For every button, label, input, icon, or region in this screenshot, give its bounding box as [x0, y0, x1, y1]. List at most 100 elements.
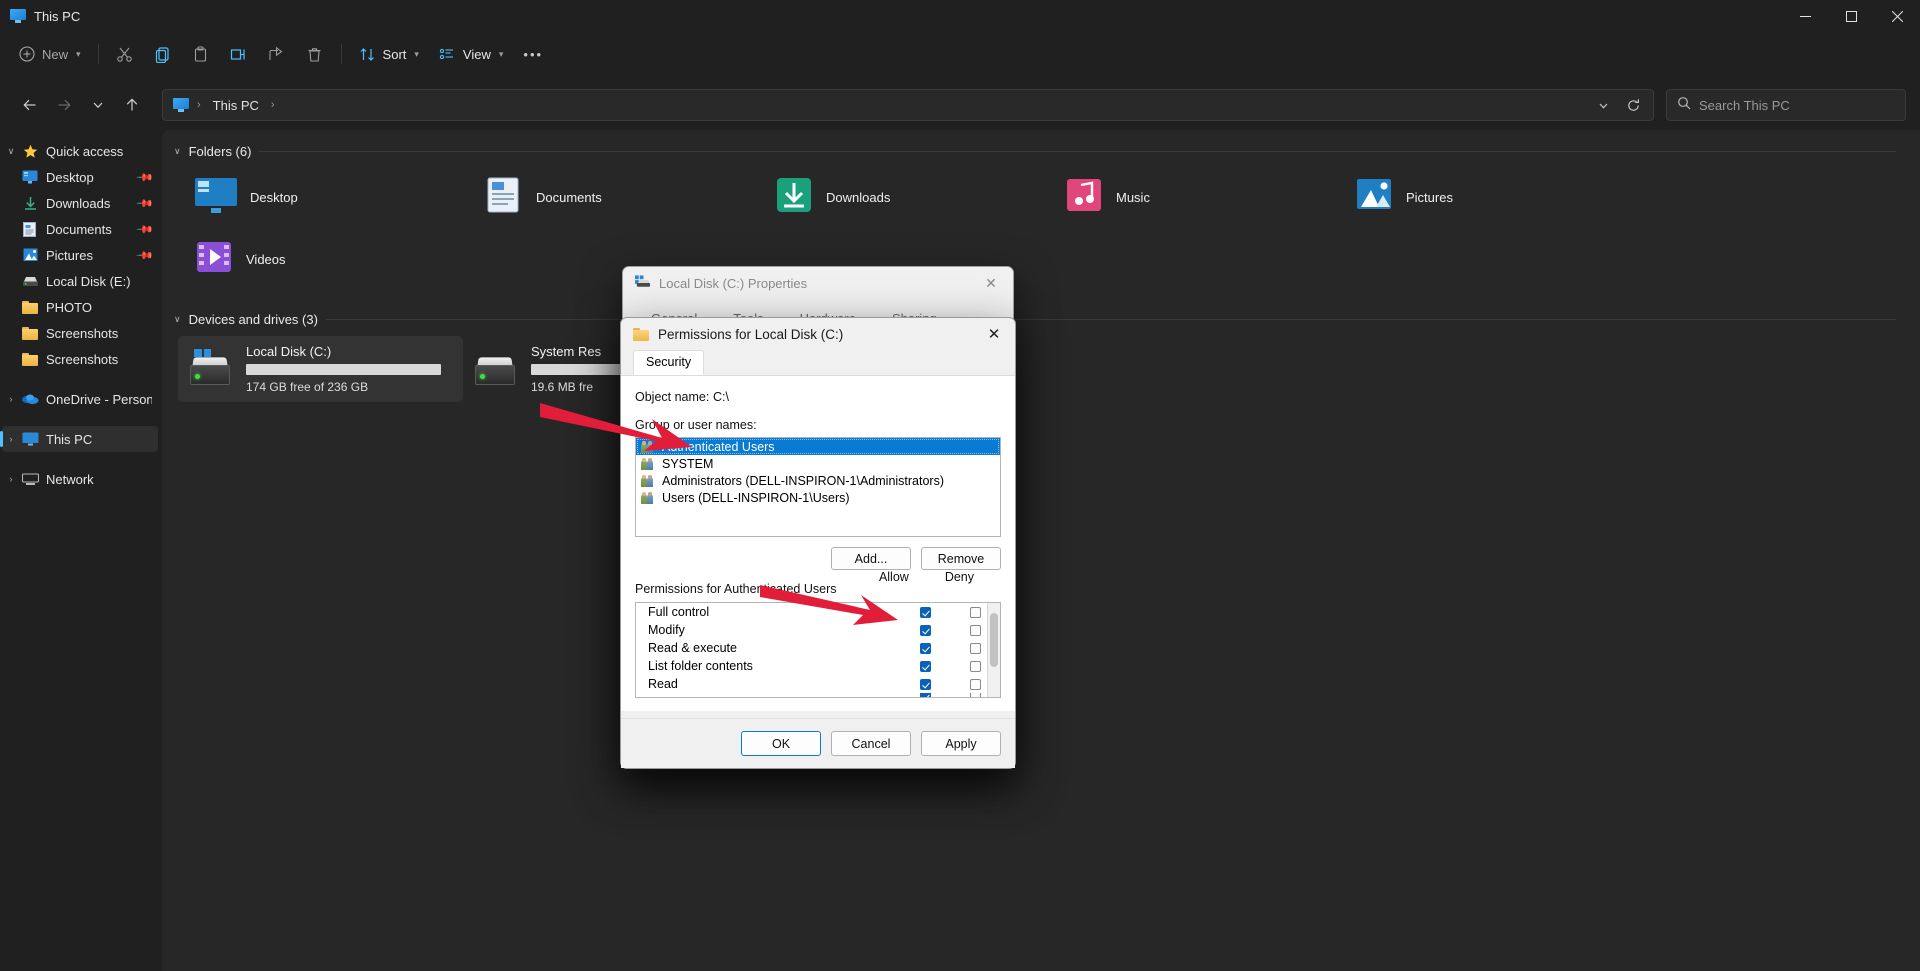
pin-icon[interactable]: 📌: [136, 220, 155, 239]
sidebar-item-quick-access[interactable]: ∨ Quick access: [2, 138, 158, 164]
deny-checkbox[interactable]: [970, 693, 981, 698]
sidebar-item-photo[interactable]: PHOTO: [2, 294, 158, 320]
minimize-button[interactable]: [1782, 0, 1828, 32]
paste-button[interactable]: [183, 38, 219, 70]
expander-icon[interactable]: ›: [2, 394, 20, 404]
pin-icon[interactable]: 📌: [136, 194, 155, 213]
back-button[interactable]: [14, 89, 46, 121]
table-row[interactable]: List folder contents: [636, 657, 1000, 675]
allow-checkbox[interactable]: [920, 679, 931, 690]
address-bar[interactable]: › This PC ›: [162, 89, 1654, 121]
permissions-table[interactable]: Full control Modify Read & execute List …: [635, 602, 1001, 698]
deny-checkbox[interactable]: [970, 607, 981, 618]
apply-button[interactable]: Apply: [921, 731, 1001, 756]
allow-checkbox[interactable]: [920, 693, 931, 698]
folder-tile-music[interactable]: Music: [1054, 166, 1344, 228]
sidebar-item-downloads[interactable]: Downloads 📌: [2, 190, 158, 216]
sidebar-item-local-disk-e[interactable]: Local Disk (E:): [2, 268, 158, 294]
address-bar-actions: [1589, 92, 1647, 118]
deny-checkbox[interactable]: [970, 679, 981, 690]
pin-icon[interactable]: 📌: [136, 168, 155, 187]
permissions-scrollbar[interactable]: [987, 603, 1000, 697]
share-button[interactable]: [259, 38, 295, 70]
expander-icon[interactable]: ›: [2, 474, 20, 484]
folder-tile-downloads[interactable]: Downloads: [764, 166, 1054, 228]
allow-cell[interactable]: [900, 693, 950, 698]
recent-locations-button[interactable]: [82, 89, 114, 121]
allow-cell[interactable]: [900, 679, 950, 690]
sidebar-item-label: Desktop: [46, 170, 94, 185]
allow-cell[interactable]: [900, 643, 950, 654]
deny-checkbox[interactable]: [970, 625, 981, 636]
allow-cell[interactable]: [900, 607, 950, 618]
chevron-down-icon[interactable]: ∨: [174, 146, 181, 157]
sidebar-item-desktop[interactable]: Desktop 📌: [2, 164, 158, 190]
table-row[interactable]: Read & execute: [636, 639, 1000, 657]
allow-checkbox[interactable]: [920, 661, 931, 672]
sidebar-item-onedrive[interactable]: › OneDrive - Personal: [2, 386, 158, 412]
folder-tile-desktop[interactable]: Desktop: [184, 166, 474, 228]
ok-button[interactable]: OK: [741, 731, 821, 756]
sort-button[interactable]: Sort ▾: [350, 38, 428, 70]
drive-tile-local-disk-c[interactable]: Local Disk (C:) 174 GB free of 236 GB: [178, 336, 463, 402]
sidebar-item-label: Local Disk (E:): [46, 274, 131, 289]
object-name-row: Object name: C:\: [635, 390, 1001, 404]
breadcrumb-item-this-pc[interactable]: This PC: [209, 96, 263, 115]
tab-security[interactable]: Security: [633, 350, 704, 375]
search-input[interactable]: [1699, 98, 1895, 113]
folder-tile-pictures[interactable]: Pictures: [1344, 166, 1634, 228]
folders-group-header[interactable]: ∨ Folders (6): [162, 136, 1920, 166]
deny-checkbox[interactable]: [970, 661, 981, 672]
pin-icon[interactable]: 📌: [136, 246, 155, 265]
folder-tile-documents[interactable]: Documents: [474, 166, 764, 228]
table-row[interactable]: Full control: [636, 603, 1000, 621]
allow-checkbox[interactable]: [920, 607, 931, 618]
more-options-button[interactable]: •••: [514, 38, 552, 70]
scrollbar-thumb[interactable]: [990, 613, 998, 667]
maximize-button[interactable]: [1828, 0, 1874, 32]
sidebar-item-documents[interactable]: Documents 📌: [2, 216, 158, 242]
devices-group-header[interactable]: ∨ Devices and drives (3): [162, 304, 1920, 334]
folder-tile-videos[interactable]: Videos: [184, 228, 474, 290]
list-item[interactable]: Users (DELL-INSPIRON-1\Users): [636, 489, 1000, 506]
address-this-pc-icon: [173, 98, 189, 112]
rename-button[interactable]: [221, 38, 257, 70]
group-or-user-names-list[interactable]: Authenticated Users SYSTEM Administrator…: [635, 437, 1001, 537]
sidebar-item-pictures[interactable]: Pictures 📌: [2, 242, 158, 268]
cut-button[interactable]: [107, 38, 143, 70]
close-button[interactable]: [1874, 0, 1920, 32]
close-icon[interactable]: ✕: [973, 318, 1015, 350]
sidebar-item-network[interactable]: › Network: [2, 466, 158, 492]
allow-checkbox[interactable]: [920, 643, 931, 654]
view-button[interactable]: View ▾: [430, 38, 512, 70]
list-item[interactable]: Administrators (DELL-INSPIRON-1\Administ…: [636, 472, 1000, 489]
close-icon[interactable]: ✕: [969, 267, 1013, 299]
allow-cell[interactable]: [900, 661, 950, 672]
table-row[interactable]: Read: [636, 675, 1000, 693]
table-row-partial[interactable]: [636, 693, 1000, 698]
expander-icon[interactable]: ∨: [2, 146, 20, 157]
allow-checkbox[interactable]: [920, 625, 931, 636]
delete-button[interactable]: [297, 38, 333, 70]
sidebar-item-screenshots-1[interactable]: Screenshots: [2, 320, 158, 346]
refresh-button[interactable]: [1619, 92, 1647, 118]
list-item[interactable]: SYSTEM: [636, 455, 1000, 472]
forward-button[interactable]: [48, 89, 80, 121]
chevron-down-icon[interactable]: ∨: [174, 314, 181, 325]
new-button[interactable]: New ▾: [12, 38, 90, 70]
cancel-button[interactable]: Cancel: [831, 731, 911, 756]
add-button[interactable]: Add...: [831, 547, 911, 570]
up-button[interactable]: [116, 89, 148, 121]
address-history-button[interactable]: [1589, 92, 1617, 118]
copy-button[interactable]: [145, 38, 181, 70]
search-box[interactable]: [1666, 89, 1906, 121]
allow-cell[interactable]: [900, 625, 950, 636]
sidebar-item-screenshots-2[interactable]: Screenshots: [2, 346, 158, 372]
deny-checkbox[interactable]: [970, 643, 981, 654]
expander-icon[interactable]: ›: [2, 434, 20, 444]
remove-button[interactable]: Remove: [921, 547, 1001, 570]
list-item[interactable]: Authenticated Users: [636, 438, 1000, 455]
table-row[interactable]: Modify: [636, 621, 1000, 639]
sidebar-item-this-pc[interactable]: › This PC: [2, 426, 158, 452]
sort-icon: [359, 45, 377, 63]
